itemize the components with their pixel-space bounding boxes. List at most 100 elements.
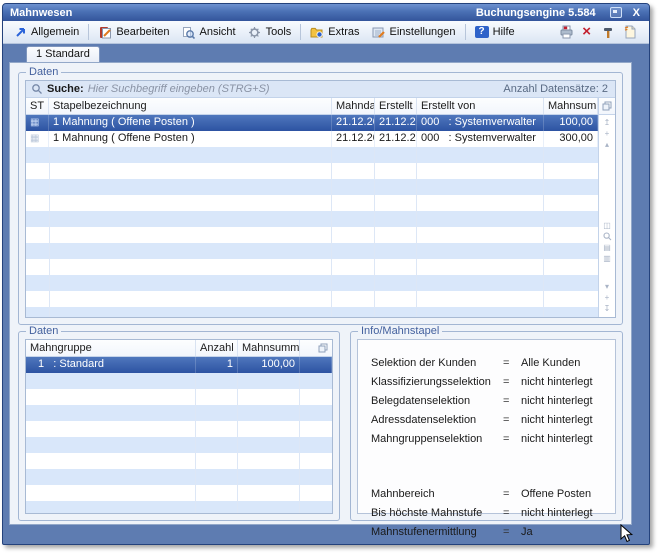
info-value: Offene Posten [521,488,591,500]
col-header-mahnsumme[interactable]: Mahnsumme € [544,98,598,114]
menu-label: Hilfe [493,26,515,38]
info-value: nicht hinterlegt [521,433,593,445]
info-row: Adressdatenselektion = nicht hinterlegt [371,410,615,429]
column-select-icon[interactable]: ◫ [603,221,611,230]
cell-erstellt-am: 21.12.2016 [375,115,417,131]
cell-mahngruppe: 1 : Standard [26,357,196,373]
menu-hilfe[interactable]: ? Hilfe [469,24,521,40]
magnifier-icon[interactable] [603,232,612,241]
info-label: Mahnstufenermittlung [371,526,503,538]
table-header: ST Stapelbezeichnung Mahndatum Erstellt … [26,98,598,115]
extras-icon [310,26,324,39]
menu-bearbeiten[interactable]: Bearbeiten [92,24,175,41]
info-label: Belegdatenselektion [371,395,503,407]
menu-einstellungen[interactable]: Einstellungen [365,24,461,41]
info-label: Selektion der Kunden [371,357,503,369]
cell-stapelbezeichnung: 1 Mahnung ( Offene Posten ) [49,131,332,147]
scroll-to-bottom-icon[interactable]: ↧ [604,304,611,313]
search-icon [31,83,43,95]
menu-tools[interactable]: Tools [242,24,298,41]
delete-icon[interactable]: × [582,26,591,38]
engine-version-label: Buchungsengine 5.584 [476,7,596,19]
info-separator: = [503,507,521,519]
menu-allgemein[interactable]: Allgemein [7,24,85,41]
table-row[interactable]: 1 : Standard 1 100,00 [26,357,332,373]
arrow-up-right-icon [13,26,27,39]
tab-strip: 1 Standard [3,44,649,62]
menu-label: Ansicht [200,26,236,38]
info-value: nicht hinterlegt [521,414,593,426]
empty-rows-area [26,147,598,317]
menu-separator [465,24,466,40]
col-header-mahndatum[interactable]: Mahndatum [332,98,375,114]
table-row[interactable]: ▦ 1 Mahnung ( Offene Posten ) 21.12.2016… [26,115,598,131]
info-separator: = [503,376,521,388]
mahngruppe-groupbox: Daten Mahngruppe Anzahl Mahnsumme € 1 : … [18,331,340,521]
hammer-icon[interactable] [600,26,614,39]
scroll-to-top-icon[interactable]: ↥ [604,118,611,127]
cell-empty [300,357,332,373]
col-header-erstellt-am[interactable]: Erstellt am [375,98,417,114]
record-count-label: Anzahl Datensätze: 2 [503,83,608,95]
menu-label: Bearbeiten [116,26,169,38]
search-label: Suche: [47,83,84,95]
col-header-st[interactable]: ST [26,98,49,114]
cell-mahnsumme: 300,00 [544,131,598,147]
table-row[interactable]: ▦ 1 Mahnung ( Offene Posten ) 21.12.2016… [26,131,598,147]
menu-bar: Allgemein Bearbeiten Ansicht Tools [3,21,649,44]
table-header: Mahngruppe Anzahl Mahnsumme € [26,340,332,357]
cell-mahnsumme: 100,00 [238,357,300,373]
search-bar: Suche: Anzahl Datensätze: 2 [26,81,615,98]
settings-icon [371,26,385,39]
details-view-icon[interactable]: ▥ [603,254,611,263]
cell-stapelbezeichnung: 1 Mahnung ( Offene Posten ) [49,115,332,131]
copy-icon[interactable] [602,101,612,111]
new-document-icon[interactable] [623,26,637,39]
info-separator: = [503,526,521,538]
menu-extras[interactable]: Extras [304,24,365,41]
info-row: Mahnbereich = Offene Posten [371,484,615,503]
info-label: Mahngruppenselektion [371,433,503,445]
info-label: Mahnbereich [371,488,503,500]
menu-label: Tools [266,26,292,38]
col-header-mahngruppe[interactable]: Mahngruppe [26,340,196,356]
col-header-anzahl[interactable]: Anzahl [196,340,238,356]
menu-separator [300,24,301,40]
close-button[interactable]: X [631,7,642,19]
print-report-icon[interactable] [559,26,573,39]
restore-window-icon[interactable] [610,7,622,18]
info-value: nicht hinterlegt [521,507,593,519]
groupbox-label: Daten [26,325,61,337]
info-label: Klassifizierungsselektion [371,376,503,388]
info-separator: = [503,414,521,426]
menu-ansicht[interactable]: Ansicht [176,24,242,41]
info-separator: = [503,395,521,407]
col-header-stapelbezeichnung[interactable]: Stapelbezeichnung [49,98,332,114]
info-label: Bis höchste Mahnstufe [371,507,503,519]
content-panel: Daten Suche: Anzahl Datensätze: 2 ST Sta… [9,62,632,525]
scroll-up-plus-icon[interactable]: + [605,129,610,138]
row-type-grid-icon: ▦ [26,131,49,147]
mahngruppe-table-panel: Mahngruppe Anzahl Mahnsumme € 1 : Standa… [25,339,333,514]
help-icon: ? [475,26,489,38]
info-panel: Selektion der Kunden = Alle Kunden Klass… [357,339,616,514]
copy-icon[interactable] [318,343,328,353]
tab-standard[interactable]: 1 Standard [26,46,100,62]
col-header-mahnsumme[interactable]: Mahnsumme € [238,340,300,356]
info-row: Bis höchste Mahnstufe = nicht hinterlegt [371,503,615,522]
app-window: Mahnwesen Buchungsengine 5.584 X Allgeme… [2,3,650,545]
info-row: Mahngruppenselektion = nicht hinterlegt [371,429,615,448]
scroll-down-icon[interactable]: ▾ [605,282,609,291]
edit-icon [98,26,112,39]
menu-label: Extras [328,26,359,38]
groupbox-label: Daten [26,66,61,78]
row-type-grid-icon: ▦ [26,115,49,131]
info-value: nicht hinterlegt [521,376,593,388]
search-input[interactable] [88,83,500,95]
info-value: Ja [521,526,533,538]
scroll-down-plus-icon[interactable]: + [605,293,610,302]
cell-mahndatum: 21.12.2016 [332,131,375,147]
scroll-up-icon[interactable]: ▴ [605,140,609,149]
rows-view-icon[interactable]: ▤ [603,243,611,252]
col-header-erstellt-von[interactable]: Erstellt von [417,98,544,114]
